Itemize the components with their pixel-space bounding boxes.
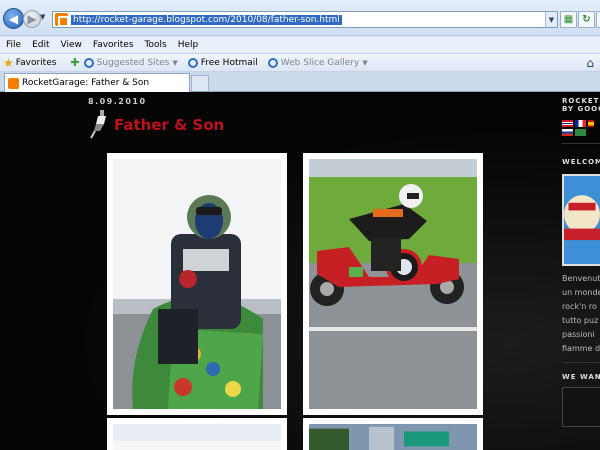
menu-tools[interactable]: Tools [139,40,172,50]
fav-link-web-slice-gallery[interactable]: Web Slice Gallery ▼ [267,57,368,68]
favorites-button[interactable]: Favorites [16,58,57,68]
tab-rocketgarage[interactable]: RocketGarage: Father & Son [4,73,190,92]
scooter-rider-photo [113,159,281,409]
flag-arabic-icon[interactable] [575,129,586,136]
home-icon[interactable]: ⌂ [586,56,594,70]
blogger-icon [8,77,19,89]
tab-bar: RocketGarage: Father & Son [0,72,600,92]
photo-thumbnail [113,424,281,450]
text-line: fiamme d [562,344,600,353]
arrow-left-icon: ◀ [8,11,19,26]
divider [562,143,600,144]
refresh-icon: ↻ [582,14,591,25]
menu-file[interactable]: File [0,40,26,50]
post-photo-1[interactable] [107,153,287,415]
chevron-down-icon: ▼ [172,58,178,67]
ie-icon [83,57,94,68]
sidebar-heading: ROCKETG [562,97,600,105]
menu-edit[interactable]: Edit [26,40,54,50]
url-dropdown-button[interactable]: ▼ [545,12,557,27]
add-favorite-icon[interactable]: ✚ [70,56,79,69]
chevron-down-icon: ▼ [362,58,368,67]
post-photo-4[interactable] [303,418,483,450]
post-photo-2[interactable] [303,153,483,415]
forward-button[interactable]: ▶ [23,10,41,28]
fav-link-label: Suggested Sites [96,57,170,68]
post-date: 8.09.2010 [88,97,147,106]
url-field[interactable]: http://rocket-garage.blogspot.com/2010/0… [52,11,558,28]
text-line: rock'n ro [562,302,597,311]
stop-button[interactable]: ✕ [596,11,600,28]
browser-chrome: ◀ ▶ ▼ http://rocket-garage.blogspot.com/… [0,0,600,92]
ie-icon [187,57,198,68]
tab-title: RocketGarage: Father & Son [22,78,150,88]
menu-bar: File Edit View Favorites Tools Help [0,37,600,53]
history-dropdown[interactable]: ▼ [40,13,45,21]
language-flags [562,119,600,137]
spark-plug-icon [90,110,106,139]
sidebar-subheading: BY GOOG [562,105,600,113]
flag-russia-icon[interactable] [562,129,573,136]
compatibility-view-button[interactable]: ▦ [560,11,577,28]
fav-link-label: Web Slice Gallery [280,57,360,68]
text-line: tutto puz [562,316,599,325]
sidebar-welcome-text: Benvenut un monde rock'n ro tutto puz pa… [562,272,600,356]
text-line: passioni [562,330,595,339]
flag-spain-icon[interactable] [588,120,594,127]
post-photo-3[interactable] [107,418,287,450]
fav-link-label: Free Hotmail [200,57,258,68]
sidebar-image[interactable] [562,387,600,427]
new-tab-button[interactable] [191,75,209,91]
page-viewport: 8.09.2010 Father & Son ROCKET BY GOO WEL… [0,92,600,450]
fav-link-suggested-sites[interactable]: Suggested Sites ▼ [83,57,178,68]
post-title[interactable]: Father & Son [114,116,224,134]
sidebar-welcome-heading: WELCOME [562,158,600,166]
racing-scooter-photo [309,159,477,409]
ie-icon [267,57,278,68]
address-bar: ◀ ▶ ▼ http://rocket-garage.blogspot.com/… [0,0,600,36]
refresh-button[interactable]: ↻ [578,11,595,28]
star-icon[interactable]: ★ [3,56,14,70]
sidebar: ROCKETG BY GOOG WELCOME Benvenut un mond… [562,92,600,450]
blogger-icon [55,13,69,27]
welcome-banner[interactable] [562,174,600,266]
flag-france-icon[interactable] [575,120,586,127]
arrow-right-icon: ▶ [27,12,37,26]
menu-view[interactable]: View [55,40,87,50]
fav-link-free-hotmail[interactable]: Free Hotmail [187,57,258,68]
rocket-garage-logo [564,176,600,264]
favorites-bar: ★ Favorites ✚ Suggested Sites ▼ Free Hot… [0,53,600,72]
back-button[interactable]: ◀ [3,8,24,29]
menu-favorites[interactable]: Favorites [87,40,139,50]
sidebar-want-heading: WE WANT [562,373,600,381]
flag-uk-icon[interactable] [562,120,573,127]
url-text[interactable]: http://rocket-garage.blogspot.com/2010/0… [71,14,342,25]
compat-icon: ▦ [563,14,574,25]
photo-thumbnail [309,424,477,450]
divider [562,362,600,363]
text-line: Benvenut [562,274,600,283]
text-line: un monde [562,288,600,297]
menu-help[interactable]: Help [172,40,204,50]
